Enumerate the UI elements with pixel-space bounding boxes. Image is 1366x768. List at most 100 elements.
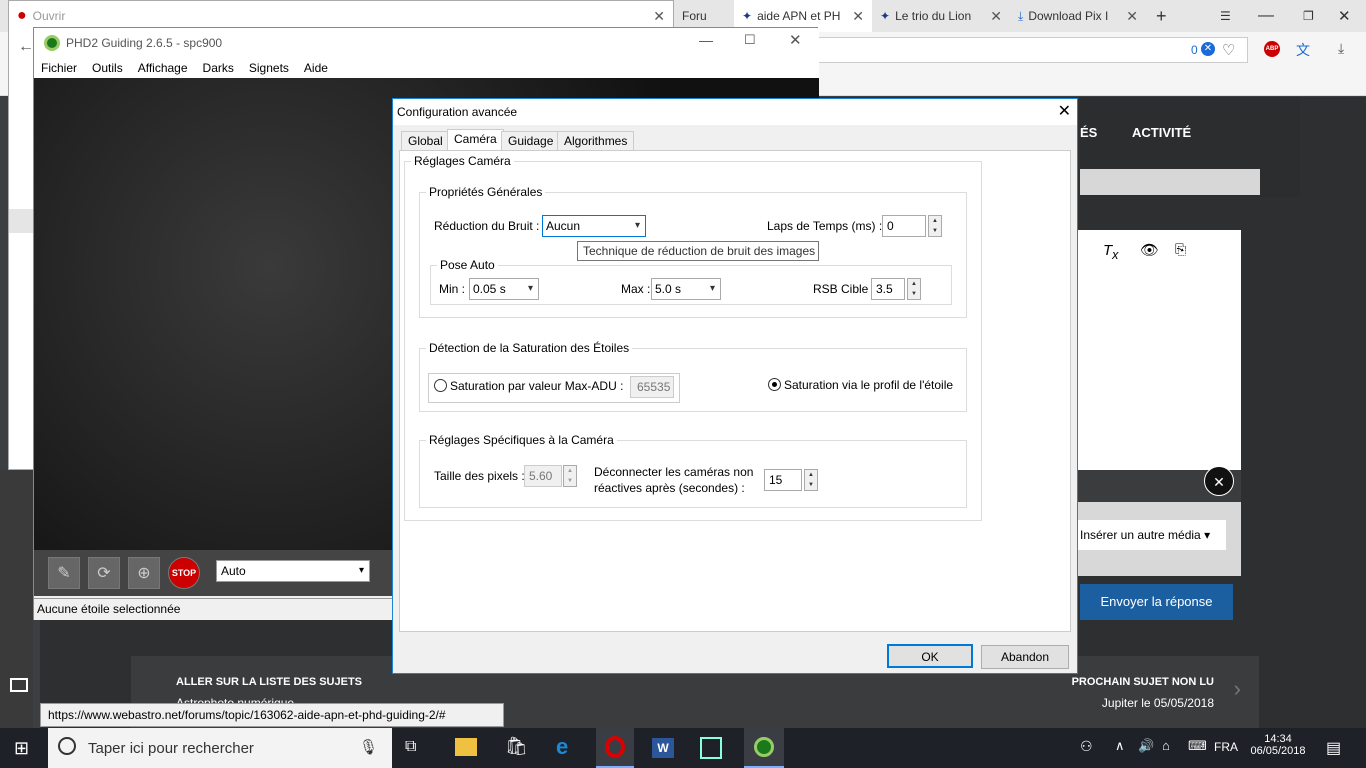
nav-activity[interactable]: ACTIVITÉ — [1132, 125, 1191, 140]
camera-specific-group: Réglages Spécifiques à la Caméra Taille … — [419, 433, 967, 508]
group-label: Réglages Caméra — [411, 154, 514, 168]
max-exposure-select[interactable]: 5.0 s ▾ — [651, 278, 721, 300]
spin-arrows-icon[interactable]: ▲ ▼ — [804, 469, 818, 491]
site-icon: ✦ — [742, 9, 753, 23]
close-icon[interactable]: ✕ — [1204, 466, 1234, 496]
close-icon[interactable]: ✕ — [852, 8, 864, 25]
close-icon[interactable]: ✕ — [1126, 8, 1138, 25]
file-explorer-icon[interactable] — [455, 738, 477, 756]
heart-icon[interactable]: ♡ — [1222, 41, 1235, 59]
tab-global[interactable]: Global — [401, 131, 450, 151]
menu-view[interactable]: Affichage — [138, 61, 188, 75]
search-icon — [58, 737, 76, 755]
microphone-icon[interactable]: 🎙 — [359, 738, 378, 756]
edge-icon[interactable]: e — [556, 734, 568, 760]
browser-tab[interactable]: ✦ Le trio du Lion ✕ — [872, 0, 1010, 32]
menu-help[interactable]: Aide — [304, 61, 328, 75]
sat-profile-label[interactable]: Saturation via le profil de l'étoile — [784, 378, 953, 392]
advanced-settings-dialog: Configuration avancée ✕ Global Caméra Gu… — [392, 98, 1078, 674]
opera-icon — [605, 736, 625, 758]
preview-eye-icon[interactable]: 👁 — [1140, 241, 1159, 259]
word-icon[interactable]: W — [652, 738, 674, 758]
tab-panel-camera: Réglages Caméra Propriétés Générales Réd… — [399, 150, 1071, 632]
address-field[interactable]: 0 ✕ ♡ — [818, 37, 1248, 63]
menu-darks[interactable]: Darks — [203, 61, 234, 75]
tab-menu-icon[interactable]: ☰ — [1212, 0, 1242, 32]
opera-taskbar-button[interactable] — [596, 728, 634, 768]
target-snr-field[interactable]: 3.5 — [871, 278, 905, 300]
chevron-right-icon[interactable]: › — [1234, 676, 1241, 702]
sat-profile-radio[interactable] — [768, 378, 781, 391]
clock[interactable]: 14:34 06/05/2018 — [1248, 733, 1308, 757]
keyboard-icon[interactable]: ⌨ — [1188, 738, 1207, 754]
loop-icon[interactable]: ⟳ — [88, 557, 120, 589]
minimize-icon[interactable]: — — [1250, 0, 1280, 32]
downloads-icon[interactable]: ⤓ — [1338, 40, 1344, 57]
notifications-icon[interactable]: ▤ — [1326, 738, 1341, 758]
group-label: Réglages Spécifiques à la Caméra — [426, 433, 617, 447]
maxadu-field[interactable]: 65535 — [630, 376, 674, 398]
taskbar-search[interactable]: Taper ici pour rechercher 🎙 — [48, 728, 392, 768]
close-icon[interactable]: ✕ — [653, 8, 665, 25]
close-icon[interactable]: ✕ — [789, 31, 802, 49]
ok-button[interactable]: OK — [887, 644, 973, 668]
volume-icon[interactable]: 🔊 — [1138, 738, 1154, 754]
noise-reduction-select[interactable]: Aucun ▾ — [542, 215, 646, 237]
tab-camera[interactable]: Caméra — [447, 129, 504, 151]
window-title: Ouvrir — [32, 9, 66, 23]
back-arrow-icon[interactable]: ← — [18, 38, 34, 56]
nav-item[interactable]: ÉS — [1080, 125, 1097, 140]
next-topic-link[interactable]: PROCHAIN SUJET NON LU — [1072, 676, 1214, 688]
store-icon[interactable]: 🛍 — [505, 736, 528, 757]
reply-editor[interactable]: Tx 👁 ⎘ — [1078, 230, 1241, 470]
menu-bookmarks[interactable]: Signets — [249, 61, 289, 75]
timelapse-field[interactable]: 0 — [882, 215, 926, 237]
chevron-down-icon: ▾ — [634, 220, 640, 231]
close-window-icon[interactable]: ✕ — [1330, 0, 1360, 32]
exposure-select[interactable]: Auto ▾ — [216, 560, 370, 582]
new-tab-button[interactable]: + — [1148, 0, 1178, 32]
insert-media-button[interactable]: Insérer un autre média ▾ — [1078, 520, 1226, 550]
min-exposure-select[interactable]: 0.05 s ▾ — [469, 278, 539, 300]
sat-maxadu-label[interactable]: Saturation par valeur Max-ADU : — [450, 379, 623, 393]
task-view-icon[interactable]: ⧉ — [405, 738, 416, 756]
language-indicator[interactable]: FRA — [1214, 740, 1238, 754]
adblock-icon[interactable]: ABP — [1264, 41, 1280, 57]
tab-guiding[interactable]: Guidage — [501, 131, 561, 151]
spin-arrows-icon[interactable]: ▲ ▼ — [907, 278, 921, 300]
preview-doc-icon[interactable]: ⎘ — [1175, 241, 1186, 258]
network-icon[interactable]: ⌂ — [1162, 738, 1170, 753]
app-icon[interactable] — [700, 737, 722, 759]
restore-icon[interactable]: ❐ — [1295, 0, 1325, 32]
pixel-size-field[interactable]: 5.60 — [524, 465, 562, 487]
minimize-icon[interactable]: — — [699, 32, 713, 48]
sat-maxadu-radio[interactable] — [434, 379, 447, 392]
next-topic-title[interactable]: Jupiter le 05/05/2018 — [1102, 696, 1214, 710]
site-icon: ✦ — [880, 9, 891, 23]
send-reply-button[interactable]: Envoyer la réponse — [1080, 584, 1233, 620]
block-icon[interactable]: ✕ — [1201, 42, 1215, 56]
tab-algorithms[interactable]: Algorithmes — [557, 131, 635, 151]
close-icon[interactable]: ✕ — [1058, 101, 1071, 121]
translate-icon[interactable]: 文 — [1296, 40, 1310, 60]
spin-arrows-icon[interactable]: ▲ ▼ — [928, 215, 942, 237]
phd2-taskbar-button[interactable] — [744, 728, 784, 768]
clear-format-icon[interactable]: Tx — [1103, 242, 1118, 262]
people-icon[interactable]: ⚇ — [1080, 738, 1093, 755]
chevron-up-icon[interactable]: ∧ — [1115, 738, 1125, 754]
disconnect-timeout-field[interactable]: 15 — [764, 469, 802, 491]
menu-file[interactable]: Fichier — [41, 61, 77, 75]
pencil-icon[interactable]: ✎ — [48, 557, 80, 589]
spin-arrows-icon[interactable]: ▲ ▼ — [563, 465, 577, 487]
sidebar-toggle-icon[interactable] — [10, 678, 28, 692]
maximize-icon[interactable]: ☐ — [744, 32, 756, 48]
crosshair-icon[interactable]: ⊕ — [128, 557, 160, 589]
stop-button[interactable]: STOP — [168, 557, 200, 589]
windows-start-icon[interactable]: ⊞ — [14, 738, 29, 759]
browser-tab[interactable]: ⤓ Download Pix I ✕ — [1010, 0, 1146, 32]
menu-tools[interactable]: Outils — [92, 61, 123, 75]
dialog-titlebar: Configuration avancée — [393, 99, 1077, 125]
cancel-button[interactable]: Abandon — [981, 645, 1069, 669]
prev-topic-link[interactable]: ALLER SUR LA LISTE DES SUJETS — [176, 676, 362, 688]
close-icon[interactable]: ✕ — [990, 8, 1002, 25]
